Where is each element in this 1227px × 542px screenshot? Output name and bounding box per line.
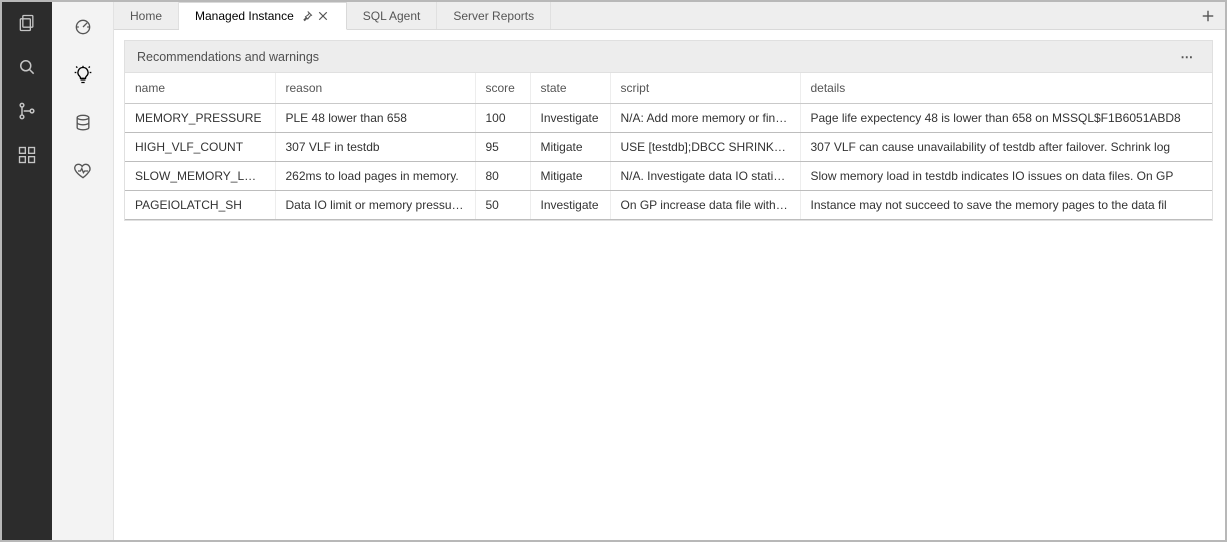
more-options-icon[interactable]: ⋯ bbox=[1175, 49, 1201, 64]
heartbeat-icon[interactable] bbox=[72, 160, 94, 182]
cell-reason: 262ms to load pages in memory. bbox=[275, 162, 475, 191]
tab-label: Managed Instance bbox=[195, 9, 294, 23]
close-icon[interactable] bbox=[316, 9, 330, 23]
cell-state: Investigate bbox=[530, 104, 610, 133]
cell-reason: 307 VLF in testdb bbox=[275, 133, 475, 162]
main-area: Home Managed Instance SQL Agent Server R… bbox=[114, 2, 1225, 540]
database-icon[interactable] bbox=[72, 112, 94, 134]
col-name[interactable]: name bbox=[125, 73, 275, 104]
cell-state: Mitigate bbox=[530, 162, 610, 191]
side-strip bbox=[52, 2, 114, 540]
extensions-icon[interactable] bbox=[16, 144, 38, 166]
tab-server-reports[interactable]: Server Reports bbox=[437, 2, 551, 29]
cell-details: 307 VLF can cause unavailability of test… bbox=[800, 133, 1212, 162]
tabstrip: Home Managed Instance SQL Agent Server R… bbox=[114, 2, 1225, 30]
table-header-row: name reason score state script details bbox=[125, 73, 1212, 104]
activity-bar bbox=[2, 2, 52, 540]
recommendations-grid: name reason score state script details M… bbox=[124, 73, 1213, 221]
tab-label: Home bbox=[130, 9, 162, 23]
col-reason[interactable]: reason bbox=[275, 73, 475, 104]
cell-script: On GP increase data file with l… bbox=[610, 191, 800, 220]
col-state[interactable]: state bbox=[530, 73, 610, 104]
panel-header: Recommendations and warnings ⋯ bbox=[124, 40, 1213, 73]
tab-home[interactable]: Home bbox=[114, 2, 179, 29]
cell-reason: PLE 48 lower than 658 bbox=[275, 104, 475, 133]
table-row[interactable]: SLOW_MEMORY_LOAD262ms to load pages in m… bbox=[125, 162, 1212, 191]
cell-details: Slow memory load in testdb indicates IO … bbox=[800, 162, 1212, 191]
cell-score: 80 bbox=[475, 162, 530, 191]
tab-managed-instance[interactable]: Managed Instance bbox=[179, 2, 347, 30]
content-body: Recommendations and warnings ⋯ name reas… bbox=[114, 30, 1225, 540]
lightbulb-icon[interactable] bbox=[72, 64, 94, 86]
cell-script: N/A. Investigate data IO statis… bbox=[610, 162, 800, 191]
cell-name: HIGH_VLF_COUNT bbox=[125, 133, 275, 162]
col-details[interactable]: details bbox=[800, 73, 1212, 104]
panel-title: Recommendations and warnings bbox=[137, 50, 319, 64]
pin-icon[interactable] bbox=[300, 9, 314, 23]
source-control-icon[interactable] bbox=[16, 100, 38, 122]
col-script[interactable]: script bbox=[610, 73, 800, 104]
cell-details: Page life expectency 48 is lower than 65… bbox=[800, 104, 1212, 133]
table-row[interactable]: HIGH_VLF_COUNT307 VLF in testdb95Mitigat… bbox=[125, 133, 1212, 162]
table-row[interactable]: MEMORY_PRESSUREPLE 48 lower than 658100I… bbox=[125, 104, 1212, 133]
cell-name: MEMORY_PRESSURE bbox=[125, 104, 275, 133]
explorer-icon[interactable] bbox=[16, 12, 38, 34]
tab-sql-agent[interactable]: SQL Agent bbox=[347, 2, 438, 29]
cell-reason: Data IO limit or memory pressure. bbox=[275, 191, 475, 220]
tab-label: Server Reports bbox=[453, 9, 534, 23]
cell-state: Investigate bbox=[530, 191, 610, 220]
table-row[interactable]: PAGEIOLATCH_SHData IO limit or memory pr… bbox=[125, 191, 1212, 220]
cell-name: SLOW_MEMORY_LOAD bbox=[125, 162, 275, 191]
cell-script: USE [testdb];DBCC SHRINKFIL… bbox=[610, 133, 800, 162]
cell-score: 50 bbox=[475, 191, 530, 220]
cell-script: N/A: Add more memory or fin… bbox=[610, 104, 800, 133]
cell-details: Instance may not succeed to save the mem… bbox=[800, 191, 1212, 220]
cell-name: PAGEIOLATCH_SH bbox=[125, 191, 275, 220]
cell-score: 100 bbox=[475, 104, 530, 133]
cell-state: Mitigate bbox=[530, 133, 610, 162]
cell-score: 95 bbox=[475, 133, 530, 162]
col-score[interactable]: score bbox=[475, 73, 530, 104]
new-tab-button[interactable] bbox=[1191, 2, 1225, 29]
search-icon[interactable] bbox=[16, 56, 38, 78]
tab-label: SQL Agent bbox=[363, 9, 421, 23]
dashboard-icon[interactable] bbox=[72, 16, 94, 38]
